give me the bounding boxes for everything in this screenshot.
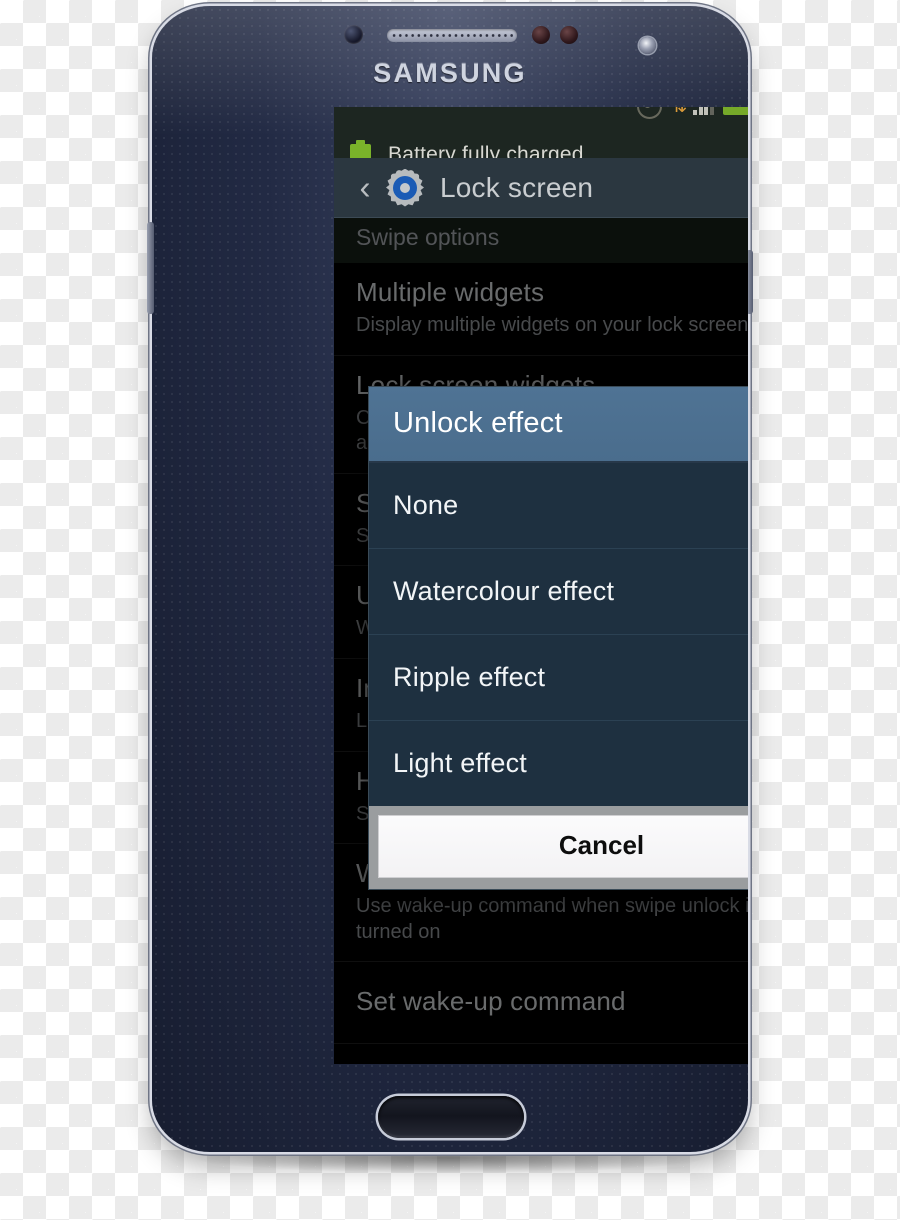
front-camera-icon (344, 25, 363, 44)
dialog-footer: Cancel (369, 806, 748, 889)
dialog-option-watercolour-effect[interactable]: Watercolour effect (369, 549, 748, 635)
infrared-led-icon (639, 37, 656, 54)
phone-screen: ⇅ 11:38 PM Battery fully charged ‹ (334, 107, 748, 1064)
signal-strength-icon (693, 107, 714, 115)
dialog-option-ripple-effect[interactable]: Ripple effect (369, 635, 748, 721)
cancel-button[interactable]: Cancel (378, 815, 748, 878)
action-bar: ‹ Lock screen (334, 158, 748, 218)
notification-shade[interactable]: ⇅ 11:38 PM Battery fully charged (334, 107, 748, 158)
notification-text: Battery fully charged (388, 143, 584, 158)
page-title: Lock screen (440, 171, 594, 203)
sync-icon: ⇅ (671, 107, 687, 116)
dialog-option-label: Watercolour effect (393, 575, 615, 606)
proximity-sensor-icon (532, 26, 550, 44)
dialog-option-label: None (393, 489, 459, 520)
samsung-logo: SAMSUNG (373, 58, 527, 88)
dialog-option-light-effect[interactable]: Light effect (369, 721, 748, 806)
dialog-option-none[interactable]: None (369, 463, 748, 549)
samsung-phone-device: SAMSUNG ⇅ 11:38 PM Battery fully charged (152, 6, 748, 1152)
dialog-option-label: Light effect (393, 747, 527, 778)
page-root: SAMSUNG ⇅ 11:38 PM Battery fully charged (0, 0, 900, 1220)
home-button[interactable] (378, 1096, 524, 1138)
smart-stay-eye-icon (637, 107, 663, 119)
back-chevron-icon[interactable]: ‹ (346, 171, 384, 204)
battery-icon (722, 107, 748, 115)
volume-button[interactable] (147, 222, 154, 314)
light-sensor-icon (560, 26, 578, 44)
dialog-title: Unlock effect (369, 387, 748, 463)
earpiece-speaker (387, 29, 517, 42)
dialog-option-label: Ripple effect (393, 661, 546, 692)
unlock-effect-dialog: Unlock effect None Watercolour effect Ri… (368, 386, 748, 890)
status-bar: ⇅ 11:38 PM (334, 107, 748, 121)
notification-item[interactable]: Battery fully charged (334, 139, 748, 158)
notification-battery-icon (350, 139, 371, 158)
settings-gear-icon (386, 168, 424, 207)
